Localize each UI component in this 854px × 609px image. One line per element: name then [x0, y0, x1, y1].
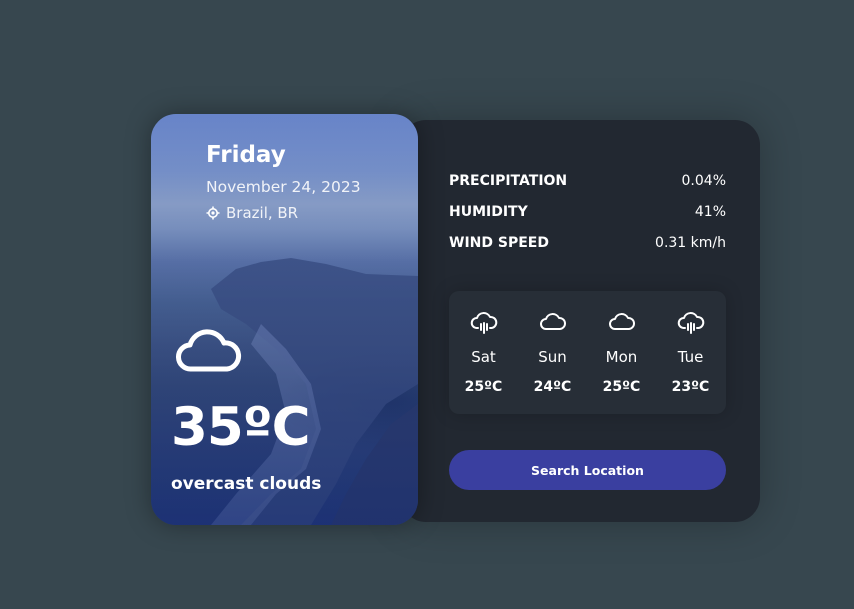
- stat-label: PRECIPITATION: [449, 173, 568, 189]
- forecast-day-sat: Sat 25ºC: [449, 291, 518, 414]
- forecast-list: Sat 25ºC Sun 24ºC Mon 25ºC Tue 23ºC: [449, 291, 726, 414]
- stat-humidity: HUMIDITY 41%: [449, 204, 726, 220]
- rain-cloud-icon: [677, 312, 705, 334]
- forecast-day-name: Mon: [605, 348, 638, 366]
- image-overlay: [151, 114, 418, 525]
- stat-wind-speed: WIND SPEED 0.31 km/h: [449, 235, 726, 251]
- forecast-day-mon: Mon 25ºC: [587, 291, 656, 414]
- current-weather-panel: Friday November 24, 2023 Brazil, BR 35ºC…: [151, 114, 418, 525]
- forecast-day-tue: Tue 23ºC: [656, 291, 725, 414]
- cloud-icon: [540, 313, 566, 330]
- forecast-day-name: Sun: [538, 348, 567, 366]
- stat-value: 0.04%: [681, 173, 726, 189]
- forecast-day-name: Sat: [471, 348, 496, 366]
- cloud-icon: [609, 313, 635, 330]
- stat-precipitation: PRECIPITATION 0.04%: [449, 173, 726, 189]
- weather-card: PRECIPITATION 0.04% HUMIDITY 41% WIND SP…: [151, 114, 760, 525]
- forecast-day-sun: Sun 24ºC: [518, 291, 587, 414]
- info-panel: PRECIPITATION 0.04% HUMIDITY 41% WIND SP…: [401, 120, 760, 522]
- weather-description: overcast clouds: [171, 474, 322, 494]
- current-temperature: 35ºC: [171, 397, 311, 458]
- search-location-button[interactable]: Search Location: [449, 450, 726, 490]
- rain-cloud-icon: [470, 312, 498, 334]
- stat-label: WIND SPEED: [449, 235, 549, 251]
- location: Brazil, BR: [206, 204, 298, 222]
- cloud-icon: [176, 329, 242, 372]
- forecast-temp: 24ºC: [533, 379, 572, 395]
- forecast-temp: 25ºC: [602, 379, 641, 395]
- day-name: Friday: [206, 142, 286, 168]
- date: November 24, 2023: [206, 178, 361, 196]
- forecast-temp: 25ºC: [464, 379, 503, 395]
- stat-value: 41%: [694, 204, 726, 220]
- stat-value: 0.31 km/h: [655, 235, 726, 251]
- forecast-temp: 23ºC: [671, 379, 710, 395]
- forecast-day-name: Tue: [677, 348, 704, 366]
- location-icon: [206, 206, 220, 220]
- stat-label: HUMIDITY: [449, 204, 528, 220]
- location-text: Brazil, BR: [226, 204, 299, 222]
